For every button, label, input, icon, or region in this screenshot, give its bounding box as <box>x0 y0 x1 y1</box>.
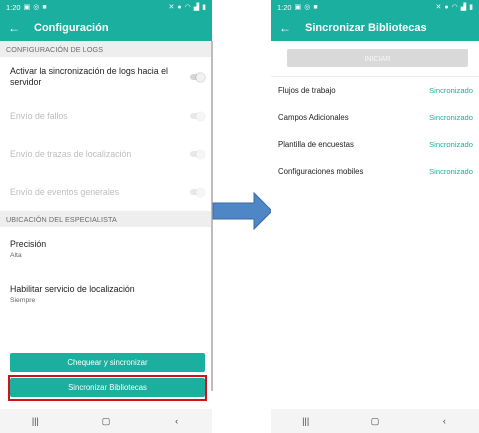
status-bar: 1:20 ▣ ◎ ■ ✕ ● ◠ ▟ ▮ <box>0 0 212 14</box>
app-bar: ← Configuración <box>0 14 212 41</box>
sync-notification-icon: ◎ <box>33 3 40 11</box>
back-arrow-icon[interactable]: ← <box>8 22 30 34</box>
wifi-icon: ◠ <box>451 3 458 11</box>
setting-row-location-service[interactable]: Habilitar servicio de localización Siemp… <box>0 271 212 317</box>
page-title: Sincronizar Bibliotecas <box>305 21 427 34</box>
setting-row-location-traces: Envío de trazas de localización <box>0 135 212 173</box>
location-traces-toggle <box>190 149 205 159</box>
location-icon: ● <box>444 3 449 11</box>
list-item: Configuraciones mobiles Sincronizado <box>271 158 479 185</box>
status-time: 1:20 <box>6 2 21 12</box>
right-arrow-icon <box>212 192 273 230</box>
highlight-box <box>8 375 207 401</box>
app-bar: ← Sincronizar Bibliotecas <box>271 14 479 41</box>
nav-bar: ||| ▢ ‹ <box>271 409 479 433</box>
home-icon[interactable]: ▢ <box>360 416 390 427</box>
library-name: Campos Adicionales <box>278 113 349 122</box>
recents-icon[interactable]: ||| <box>291 416 321 426</box>
recents-icon[interactable]: ||| <box>20 416 50 426</box>
library-name: Flujos de trabajo <box>278 86 336 95</box>
nav-bar: ||| ▢ ‹ <box>0 409 212 433</box>
list-item: Campos Adicionales Sincronizado <box>271 104 479 131</box>
signal-icon: ▟ <box>193 3 200 11</box>
setting-row-precision[interactable]: Precisión Alta <box>0 227 212 271</box>
screenshot-stage: 1:20 ▣ ◎ ■ ✕ ● ◠ ▟ ▮ ← Configuración CON… <box>0 0 479 433</box>
signal-icon: ▟ <box>460 3 467 11</box>
log-sync-toggle[interactable] <box>190 72 205 82</box>
setting-label: Habilitar servicio de localización <box>10 284 135 294</box>
list-item: Flujos de trabajo Sincronizado <box>271 77 479 104</box>
library-name: Configuraciones mobiles <box>278 167 364 176</box>
status-time: 1:20 <box>277 2 292 12</box>
sync-libraries-screen: 1:20 ▣ ◎ ■ ✕ ● ◠ ▟ ▮ ← Sincronizar Bibli… <box>271 0 479 433</box>
back-icon[interactable]: ‹ <box>162 416 192 426</box>
library-status: Sincronizado <box>429 113 473 122</box>
setting-label: Precisión <box>10 239 47 249</box>
status-bar: 1:20 ▣ ◎ ■ ✕ ● ◠ ▟ ▮ <box>271 0 479 14</box>
setting-value: Alta <box>10 252 22 259</box>
start-button[interactable]: INICIAR <box>287 49 468 67</box>
library-status: Sincronizado <box>429 140 473 149</box>
bag-notification-icon: ■ <box>42 3 47 11</box>
wifi-icon: ◠ <box>184 3 191 11</box>
back-arrow-icon[interactable]: ← <box>279 22 301 34</box>
list-item: Plantilla de encuestas Sincronizado <box>271 131 479 158</box>
location-icon: ● <box>177 3 182 11</box>
library-status: Sincronizado <box>429 167 473 176</box>
page-title: Configuración <box>34 21 109 34</box>
bag-notification-icon: ■ <box>313 3 318 11</box>
mute-icon: ✕ <box>168 3 175 11</box>
sync-notification-icon: ◎ <box>304 3 311 11</box>
library-status: Sincronizado <box>429 86 473 95</box>
library-list: Flujos de trabajo Sincronizado Campos Ad… <box>271 76 479 185</box>
library-name: Plantilla de encuestas <box>278 140 354 149</box>
section-header-location: UBICACIÓN DEL ESPECIALISTA <box>0 211 212 227</box>
image-notification-icon: ▣ <box>294 3 302 11</box>
back-icon[interactable]: ‹ <box>429 416 459 426</box>
setting-row-log-sync[interactable]: Activar la sincronización de logs hacia … <box>0 57 212 97</box>
setting-label: Envío de eventos generales <box>10 186 120 197</box>
setting-row-general-events: Envío de eventos generales <box>0 173 212 211</box>
setting-row-crash-report: Envío de fallos <box>0 97 212 135</box>
battery-icon: ▮ <box>469 3 473 11</box>
check-sync-button[interactable]: Chequear y sincronizar <box>10 353 205 372</box>
setting-label: Activar la sincronización de logs hacia … <box>10 66 168 87</box>
setting-label: Envío de fallos <box>10 110 68 121</box>
image-notification-icon: ▣ <box>23 3 31 11</box>
crash-report-toggle <box>190 111 205 121</box>
home-icon[interactable]: ▢ <box>91 416 121 427</box>
section-header-logs: CONFIGURACIÓN DE LOGS <box>0 41 212 57</box>
setting-label: Envío de trazas de localización <box>10 148 132 159</box>
general-events-toggle <box>190 187 205 197</box>
mute-icon: ✕ <box>435 3 442 11</box>
settings-screen: 1:20 ▣ ◎ ■ ✕ ● ◠ ▟ ▮ ← Configuración CON… <box>0 0 212 433</box>
setting-value: Siempre <box>10 297 36 304</box>
battery-icon: ▮ <box>202 3 206 11</box>
